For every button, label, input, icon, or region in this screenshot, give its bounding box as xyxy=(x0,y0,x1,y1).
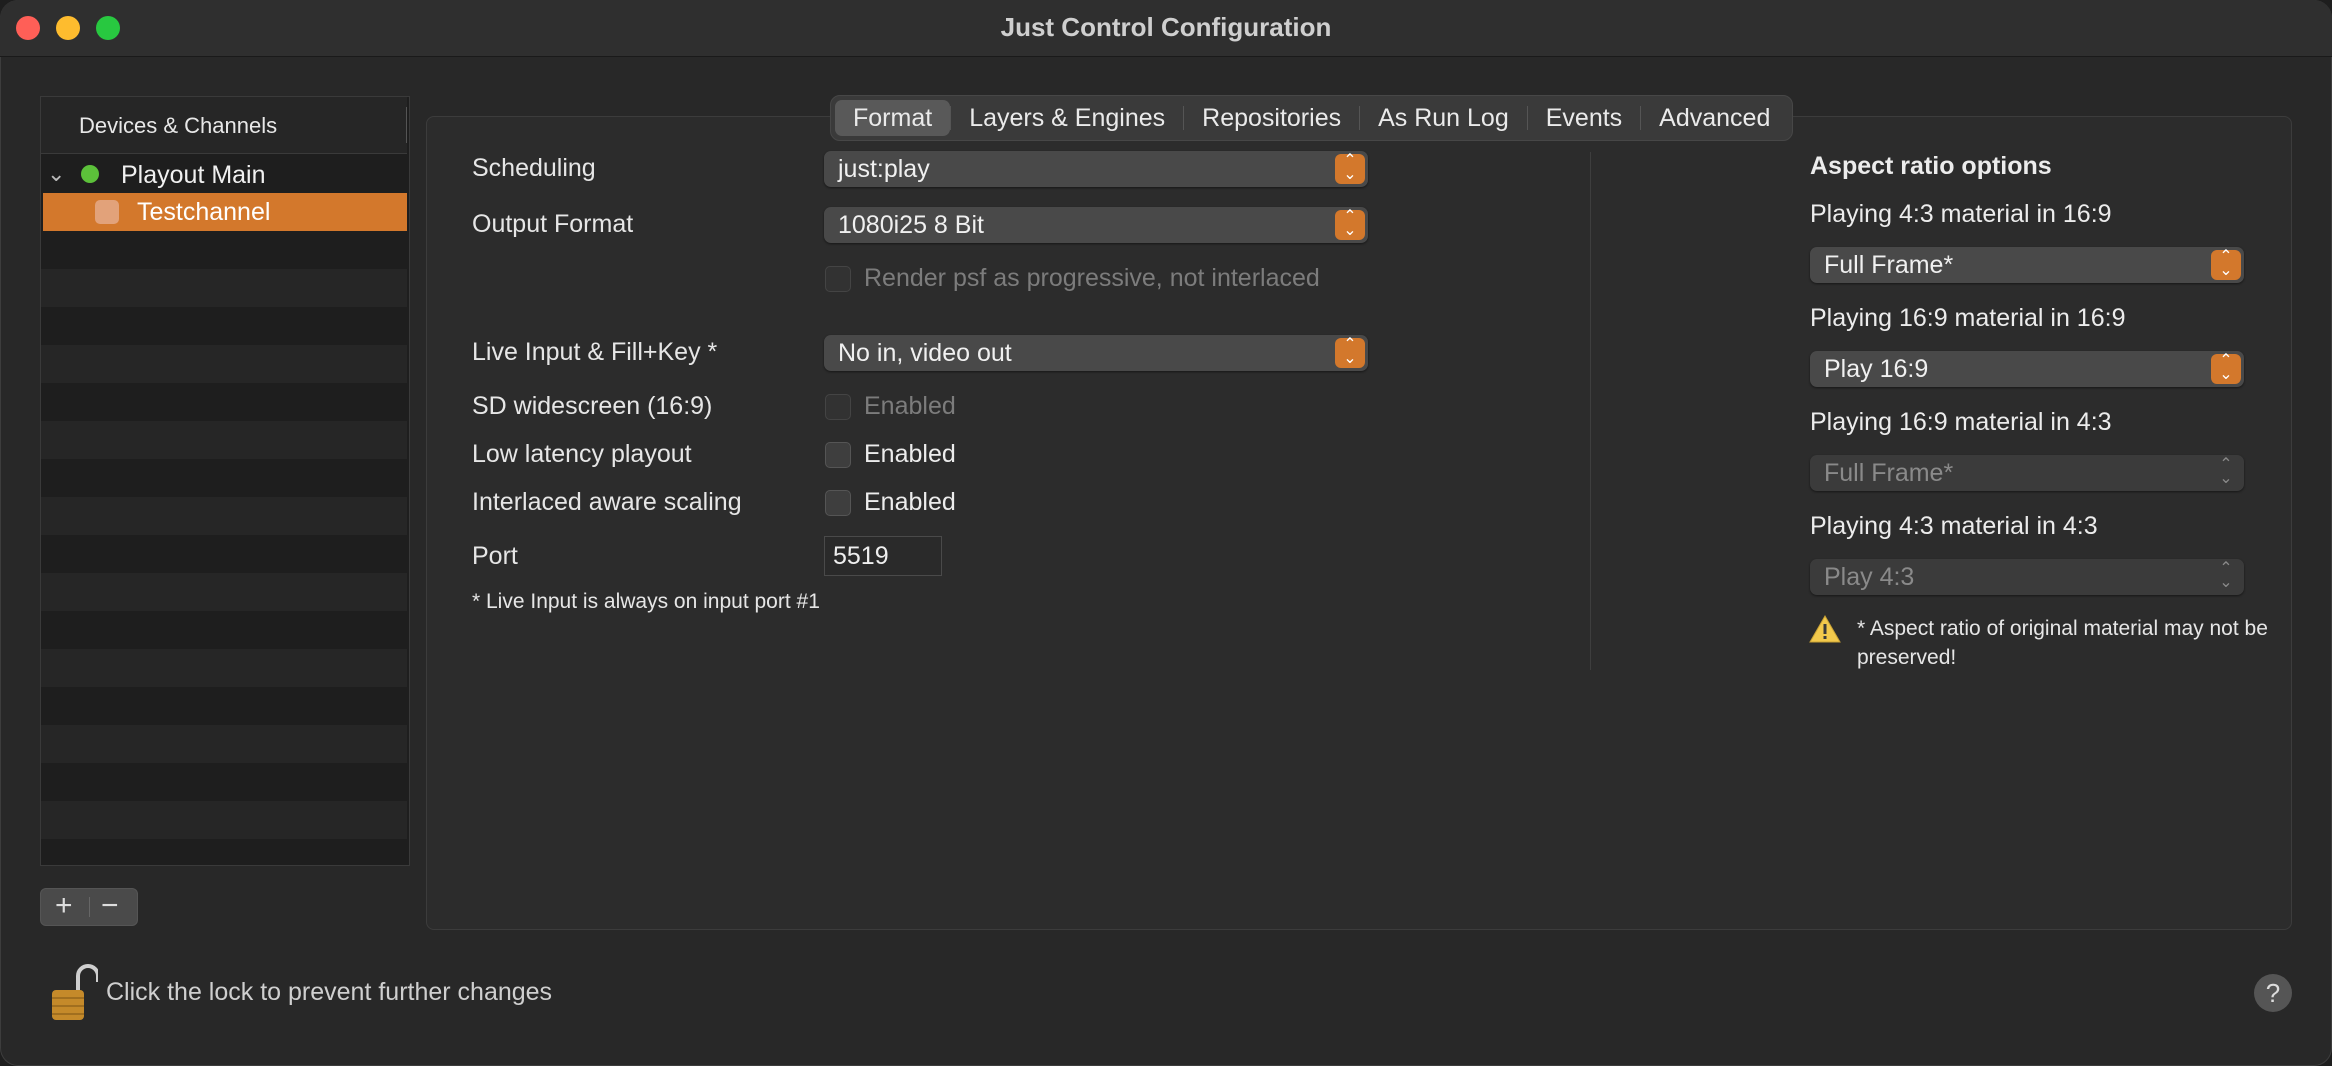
list-stripe xyxy=(41,345,407,383)
chevron-up-down-icon: ⌃ ⌄ xyxy=(1335,337,1365,368)
chevron-up-down-icon: ⌃ ⌄ xyxy=(2219,456,2233,487)
aspect-option-label: Playing 4:3 material in 4:3 xyxy=(1810,512,2098,540)
aspect-option-label: Playing 16:9 material in 16:9 xyxy=(1810,304,2126,332)
aspect-16-9-in-4-3-popup[interactable]: Full Frame* ⌃ ⌄ xyxy=(1810,455,2244,491)
aspect-4-3-in-16-9-popup[interactable]: Full Frame* ⌃ ⌄ xyxy=(1810,247,2244,283)
tab-advanced[interactable]: Advanced xyxy=(1641,100,1788,136)
list-item-label: Playout Main xyxy=(121,161,266,189)
chevron-up-down-icon: ⌃ ⌄ xyxy=(1335,153,1365,184)
aspect-4-3-in-4-3-popup[interactable]: Play 4:3 ⌃ ⌄ xyxy=(1810,559,2244,595)
live-input-note: * Live Input is always on input port #1 xyxy=(472,590,820,613)
list-stripe xyxy=(41,269,407,307)
window-title: Just Control Configuration xyxy=(1000,12,1332,42)
list-stripe xyxy=(41,725,407,763)
chevron-down-icon[interactable]: ⌄ xyxy=(47,161,65,187)
add-remove-control: + − xyxy=(40,888,138,926)
list-stripe xyxy=(41,573,407,611)
sd-widescreen-label: SD widescreen (16:9) xyxy=(472,392,713,420)
section-divider xyxy=(1590,152,1591,670)
popup-value: No in, video out xyxy=(838,339,1012,367)
list-item-label: Testchannel xyxy=(137,198,271,226)
render-psf-checkbox[interactable] xyxy=(825,266,851,292)
port-input[interactable]: 5519 xyxy=(824,536,942,576)
scheduling-popup[interactable]: just:play ⌃ ⌄ xyxy=(824,151,1368,187)
scheduling-label: Scheduling xyxy=(472,154,596,182)
list-header[interactable]: Devices & Channels xyxy=(41,97,407,154)
chevron-up-down-icon: ⌃ ⌄ xyxy=(2211,249,2241,280)
port-value: 5519 xyxy=(833,542,889,570)
tab-format[interactable]: Format xyxy=(835,100,951,136)
popup-value: 1080i25 8 Bit xyxy=(838,211,984,239)
column-divider xyxy=(406,107,407,143)
tab-bar: Format Layers & Engines Repositories As … xyxy=(830,95,1794,141)
popup-value: Full Frame* xyxy=(1824,459,1954,487)
devices-channels-list: Devices & Channels ⌄ Playout Main Testch… xyxy=(40,96,410,866)
title-bar: Just Control Configuration xyxy=(0,0,2332,57)
help-button[interactable]: ? xyxy=(2254,974,2292,1012)
chevron-up-down-icon: ⌃ ⌄ xyxy=(2219,560,2233,591)
tab-as-run-log[interactable]: As Run Log xyxy=(1360,100,1527,136)
warning-icon xyxy=(1809,614,1841,643)
list-stripe xyxy=(41,497,407,535)
list-item-playout-main[interactable]: ⌄ Playout Main xyxy=(41,155,407,193)
chevron-up-down-icon: ⌃ ⌄ xyxy=(2211,353,2241,384)
tab-events[interactable]: Events xyxy=(1528,100,1640,136)
list-stripe xyxy=(41,801,407,839)
aspect-16-9-in-16-9-popup[interactable]: Play 16:9 ⌃ ⌄ xyxy=(1810,351,2244,387)
plus-icon[interactable]: + xyxy=(55,889,73,923)
output-format-popup[interactable]: 1080i25 8 Bit ⌃ ⌄ xyxy=(824,207,1368,243)
aspect-option-label: Playing 4:3 material in 16:9 xyxy=(1810,200,2112,228)
popup-value: just:play xyxy=(838,155,930,183)
list-header-label: Devices & Channels xyxy=(79,113,278,138)
popup-value: Play 16:9 xyxy=(1824,355,1929,383)
interlaced-scaling-checkbox-label: Enabled xyxy=(864,488,956,516)
interlaced-scaling-checkbox[interactable] xyxy=(825,490,851,516)
popup-value: Play 4:3 xyxy=(1824,563,1915,591)
port-label: Port xyxy=(472,542,518,570)
list-stripe xyxy=(41,649,407,687)
status-dot-icon xyxy=(81,165,99,183)
list-item-testchannel[interactable]: Testchannel xyxy=(43,193,407,231)
lock-open-icon[interactable] xyxy=(48,962,98,1024)
channel-checkbox[interactable] xyxy=(95,200,119,224)
segment-divider xyxy=(89,897,90,917)
config-window: Just Control Configuration Devices & Cha… xyxy=(0,0,2332,1066)
lock-status-text: Click the lock to prevent further change… xyxy=(106,978,553,1006)
list-stripe xyxy=(41,421,407,459)
output-format-label: Output Format xyxy=(472,210,634,238)
low-latency-checkbox[interactable] xyxy=(825,442,851,468)
popup-value: Full Frame* xyxy=(1824,251,1954,279)
tab-repositories[interactable]: Repositories xyxy=(1184,100,1359,136)
low-latency-checkbox-label: Enabled xyxy=(864,440,956,468)
aspect-option-label: Playing 16:9 material in 4:3 xyxy=(1810,408,2112,436)
live-input-popup[interactable]: No in, video out ⌃ ⌄ xyxy=(824,335,1368,371)
sd-widescreen-checkbox[interactable] xyxy=(825,394,851,420)
tab-layers-engines[interactable]: Layers & Engines xyxy=(951,100,1183,136)
render-psf-label: Render psf as progressive, not interlace… xyxy=(864,264,1320,292)
low-latency-label: Low latency playout xyxy=(472,440,692,468)
aspect-warning-text: * Aspect ratio of original material may … xyxy=(1857,617,2268,669)
chevron-up-down-icon: ⌃ ⌄ xyxy=(1335,209,1365,240)
minus-icon[interactable]: − xyxy=(101,889,119,923)
interlaced-scaling-label: Interlaced aware scaling xyxy=(472,488,742,516)
sd-widescreen-checkbox-label: Enabled xyxy=(864,392,956,420)
live-input-label: Live Input & Fill+Key * xyxy=(472,338,718,366)
aspect-ratio-title: Aspect ratio options xyxy=(1810,152,2052,180)
